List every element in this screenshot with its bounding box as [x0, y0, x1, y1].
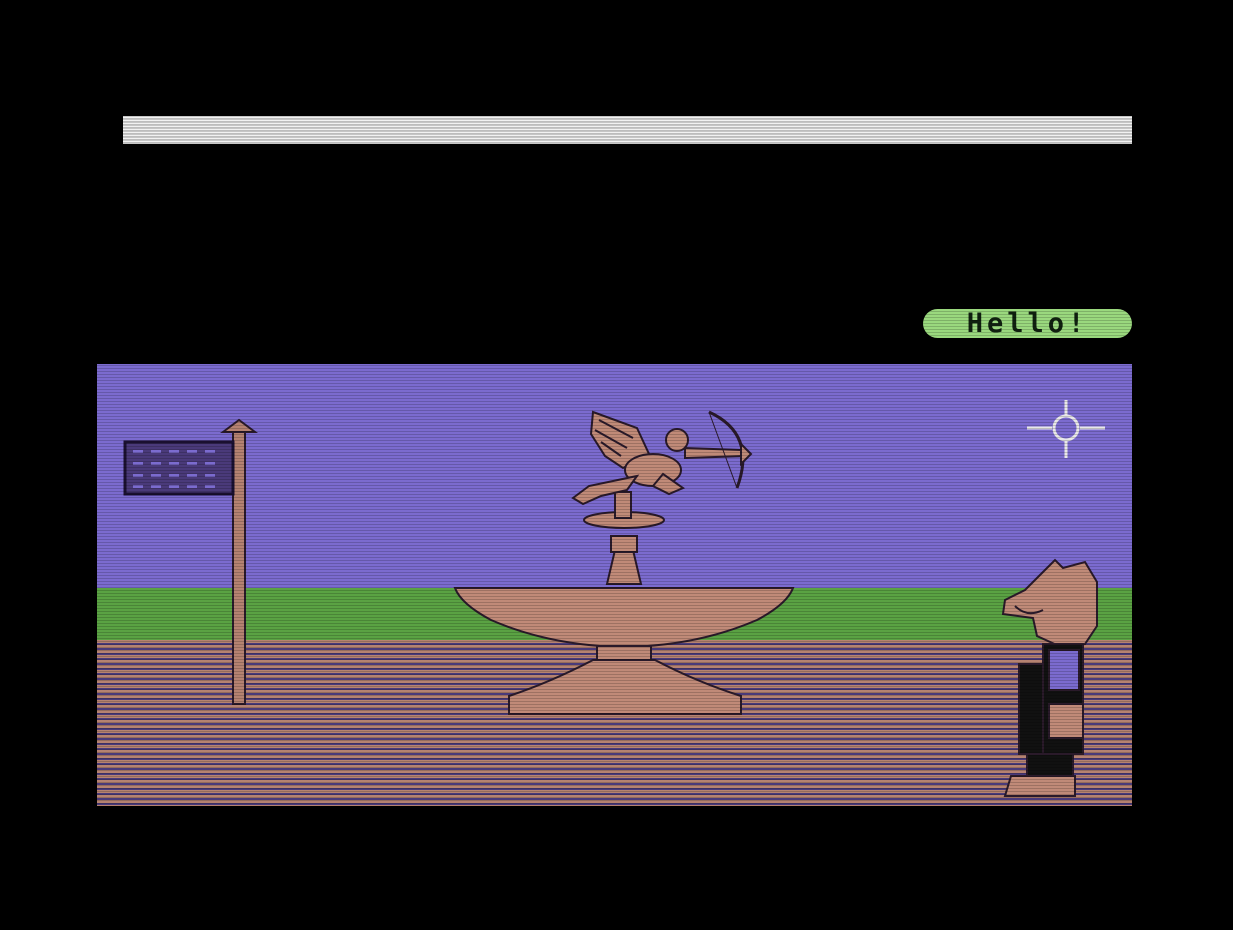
crosshair-cursor-icon[interactable] — [1027, 400, 1105, 458]
speech-bubble-text: Hello! — [966, 308, 1089, 339]
scene-art — [123, 400, 1105, 797]
game-screen: Hello! — [0, 0, 1233, 930]
cupid-statue[interactable] — [571, 410, 753, 506]
speech-bubble: Hello! — [923, 309, 1132, 338]
flag-icon[interactable] — [123, 418, 258, 705]
game-scene[interactable] — [97, 364, 1132, 806]
fountain[interactable] — [453, 491, 795, 715]
player-character[interactable] — [1001, 558, 1098, 797]
status-bar — [123, 116, 1132, 144]
